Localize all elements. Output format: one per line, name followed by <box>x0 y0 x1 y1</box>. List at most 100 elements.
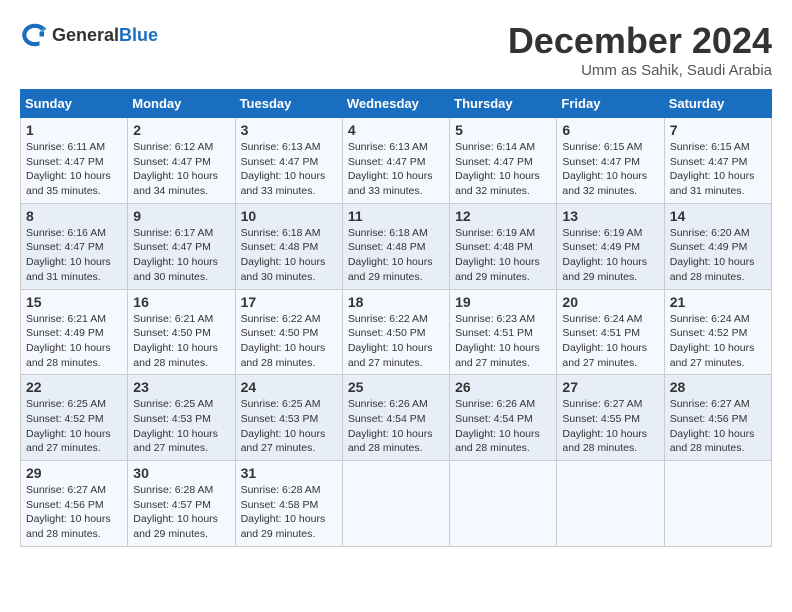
calendar-cell <box>664 461 771 547</box>
day-info: Sunrise: 6:28 AM Sunset: 4:57 PM Dayligh… <box>133 483 229 542</box>
day-number: 12 <box>455 208 551 224</box>
day-number: 13 <box>562 208 658 224</box>
day-info: Sunrise: 6:25 AM Sunset: 4:53 PM Dayligh… <box>241 397 337 456</box>
day-info: Sunrise: 6:19 AM Sunset: 4:49 PM Dayligh… <box>562 226 658 285</box>
calendar-cell: 27 Sunrise: 6:27 AM Sunset: 4:55 PM Dayl… <box>557 375 664 461</box>
calendar-cell: 12 Sunrise: 6:19 AM Sunset: 4:48 PM Dayl… <box>450 203 557 289</box>
calendar-cell: 2 Sunrise: 6:12 AM Sunset: 4:47 PM Dayli… <box>128 118 235 204</box>
day-info: Sunrise: 6:24 AM Sunset: 4:51 PM Dayligh… <box>562 312 658 371</box>
calendar-cell: 3 Sunrise: 6:13 AM Sunset: 4:47 PM Dayli… <box>235 118 342 204</box>
day-number: 14 <box>670 208 766 224</box>
day-number: 17 <box>241 294 337 310</box>
day-info: Sunrise: 6:15 AM Sunset: 4:47 PM Dayligh… <box>562 140 658 199</box>
calendar-cell: 30 Sunrise: 6:28 AM Sunset: 4:57 PM Dayl… <box>128 461 235 547</box>
calendar-cell: 10 Sunrise: 6:18 AM Sunset: 4:48 PM Dayl… <box>235 203 342 289</box>
logo-text: GeneralBlue <box>52 25 158 46</box>
logo-blue: Blue <box>119 25 158 45</box>
day-header-thursday: Thursday <box>450 90 557 118</box>
calendar-cell: 4 Sunrise: 6:13 AM Sunset: 4:47 PM Dayli… <box>342 118 449 204</box>
calendar-week-3: 15 Sunrise: 6:21 AM Sunset: 4:49 PM Dayl… <box>21 289 772 375</box>
logo-icon <box>20 20 50 50</box>
day-info: Sunrise: 6:25 AM Sunset: 4:52 PM Dayligh… <box>26 397 122 456</box>
calendar-cell: 14 Sunrise: 6:20 AM Sunset: 4:49 PM Dayl… <box>664 203 771 289</box>
calendar-week-4: 22 Sunrise: 6:25 AM Sunset: 4:52 PM Dayl… <box>21 375 772 461</box>
day-number: 26 <box>455 379 551 395</box>
calendar-week-2: 8 Sunrise: 6:16 AM Sunset: 4:47 PM Dayli… <box>21 203 772 289</box>
day-info: Sunrise: 6:22 AM Sunset: 4:50 PM Dayligh… <box>241 312 337 371</box>
day-number: 19 <box>455 294 551 310</box>
day-info: Sunrise: 6:18 AM Sunset: 4:48 PM Dayligh… <box>241 226 337 285</box>
days-header-row: SundayMondayTuesdayWednesdayThursdayFrid… <box>21 90 772 118</box>
location-title: Umm as Sahik, Saudi Arabia <box>508 62 772 79</box>
day-info: Sunrise: 6:13 AM Sunset: 4:47 PM Dayligh… <box>241 140 337 199</box>
day-info: Sunrise: 6:14 AM Sunset: 4:47 PM Dayligh… <box>455 140 551 199</box>
day-info: Sunrise: 6:21 AM Sunset: 4:49 PM Dayligh… <box>26 312 122 371</box>
calendar-cell: 23 Sunrise: 6:25 AM Sunset: 4:53 PM Dayl… <box>128 375 235 461</box>
calendar-cell: 11 Sunrise: 6:18 AM Sunset: 4:48 PM Dayl… <box>342 203 449 289</box>
calendar-cell: 16 Sunrise: 6:21 AM Sunset: 4:50 PM Dayl… <box>128 289 235 375</box>
logo-general: General <box>52 25 119 45</box>
day-number: 9 <box>133 208 229 224</box>
calendar-week-5: 29 Sunrise: 6:27 AM Sunset: 4:56 PM Dayl… <box>21 461 772 547</box>
day-info: Sunrise: 6:27 AM Sunset: 4:55 PM Dayligh… <box>562 397 658 456</box>
day-info: Sunrise: 6:12 AM Sunset: 4:47 PM Dayligh… <box>133 140 229 199</box>
day-number: 8 <box>26 208 122 224</box>
day-number: 5 <box>455 122 551 138</box>
day-number: 20 <box>562 294 658 310</box>
day-number: 10 <box>241 208 337 224</box>
day-header-wednesday: Wednesday <box>342 90 449 118</box>
day-number: 23 <box>133 379 229 395</box>
day-info: Sunrise: 6:11 AM Sunset: 4:47 PM Dayligh… <box>26 140 122 199</box>
header: GeneralBlue December 2024 Umm as Sahik, … <box>20 20 772 79</box>
day-header-saturday: Saturday <box>664 90 771 118</box>
day-number: 31 <box>241 465 337 481</box>
calendar-cell: 8 Sunrise: 6:16 AM Sunset: 4:47 PM Dayli… <box>21 203 128 289</box>
day-number: 4 <box>348 122 444 138</box>
day-info: Sunrise: 6:18 AM Sunset: 4:48 PM Dayligh… <box>348 226 444 285</box>
calendar-table: SundayMondayTuesdayWednesdayThursdayFrid… <box>20 89 772 547</box>
day-number: 6 <box>562 122 658 138</box>
day-info: Sunrise: 6:21 AM Sunset: 4:50 PM Dayligh… <box>133 312 229 371</box>
day-info: Sunrise: 6:25 AM Sunset: 4:53 PM Dayligh… <box>133 397 229 456</box>
day-header-sunday: Sunday <box>21 90 128 118</box>
calendar-cell: 1 Sunrise: 6:11 AM Sunset: 4:47 PM Dayli… <box>21 118 128 204</box>
calendar-cell: 20 Sunrise: 6:24 AM Sunset: 4:51 PM Dayl… <box>557 289 664 375</box>
title-area: December 2024 Umm as Sahik, Saudi Arabia <box>508 20 772 79</box>
day-info: Sunrise: 6:26 AM Sunset: 4:54 PM Dayligh… <box>348 397 444 456</box>
day-header-tuesday: Tuesday <box>235 90 342 118</box>
calendar-cell: 25 Sunrise: 6:26 AM Sunset: 4:54 PM Dayl… <box>342 375 449 461</box>
calendar-cell: 9 Sunrise: 6:17 AM Sunset: 4:47 PM Dayli… <box>128 203 235 289</box>
calendar-cell: 5 Sunrise: 6:14 AM Sunset: 4:47 PM Dayli… <box>450 118 557 204</box>
day-number: 25 <box>348 379 444 395</box>
day-number: 27 <box>562 379 658 395</box>
day-info: Sunrise: 6:19 AM Sunset: 4:48 PM Dayligh… <box>455 226 551 285</box>
day-number: 30 <box>133 465 229 481</box>
day-info: Sunrise: 6:22 AM Sunset: 4:50 PM Dayligh… <box>348 312 444 371</box>
calendar-cell: 13 Sunrise: 6:19 AM Sunset: 4:49 PM Dayl… <box>557 203 664 289</box>
day-number: 16 <box>133 294 229 310</box>
day-info: Sunrise: 6:15 AM Sunset: 4:47 PM Dayligh… <box>670 140 766 199</box>
calendar-cell <box>342 461 449 547</box>
day-header-monday: Monday <box>128 90 235 118</box>
day-number: 15 <box>26 294 122 310</box>
calendar-cell: 18 Sunrise: 6:22 AM Sunset: 4:50 PM Dayl… <box>342 289 449 375</box>
calendar-cell: 29 Sunrise: 6:27 AM Sunset: 4:56 PM Dayl… <box>21 461 128 547</box>
day-number: 7 <box>670 122 766 138</box>
calendar-cell: 6 Sunrise: 6:15 AM Sunset: 4:47 PM Dayli… <box>557 118 664 204</box>
calendar-cell: 22 Sunrise: 6:25 AM Sunset: 4:52 PM Dayl… <box>21 375 128 461</box>
day-info: Sunrise: 6:13 AM Sunset: 4:47 PM Dayligh… <box>348 140 444 199</box>
day-info: Sunrise: 6:24 AM Sunset: 4:52 PM Dayligh… <box>670 312 766 371</box>
day-number: 28 <box>670 379 766 395</box>
logo: GeneralBlue <box>20 20 158 50</box>
day-number: 11 <box>348 208 444 224</box>
calendar-cell: 19 Sunrise: 6:23 AM Sunset: 4:51 PM Dayl… <box>450 289 557 375</box>
day-number: 2 <box>133 122 229 138</box>
day-number: 18 <box>348 294 444 310</box>
day-info: Sunrise: 6:20 AM Sunset: 4:49 PM Dayligh… <box>670 226 766 285</box>
day-header-friday: Friday <box>557 90 664 118</box>
day-number: 21 <box>670 294 766 310</box>
day-number: 3 <box>241 122 337 138</box>
calendar-cell <box>557 461 664 547</box>
calendar-cell: 24 Sunrise: 6:25 AM Sunset: 4:53 PM Dayl… <box>235 375 342 461</box>
calendar-cell: 17 Sunrise: 6:22 AM Sunset: 4:50 PM Dayl… <box>235 289 342 375</box>
